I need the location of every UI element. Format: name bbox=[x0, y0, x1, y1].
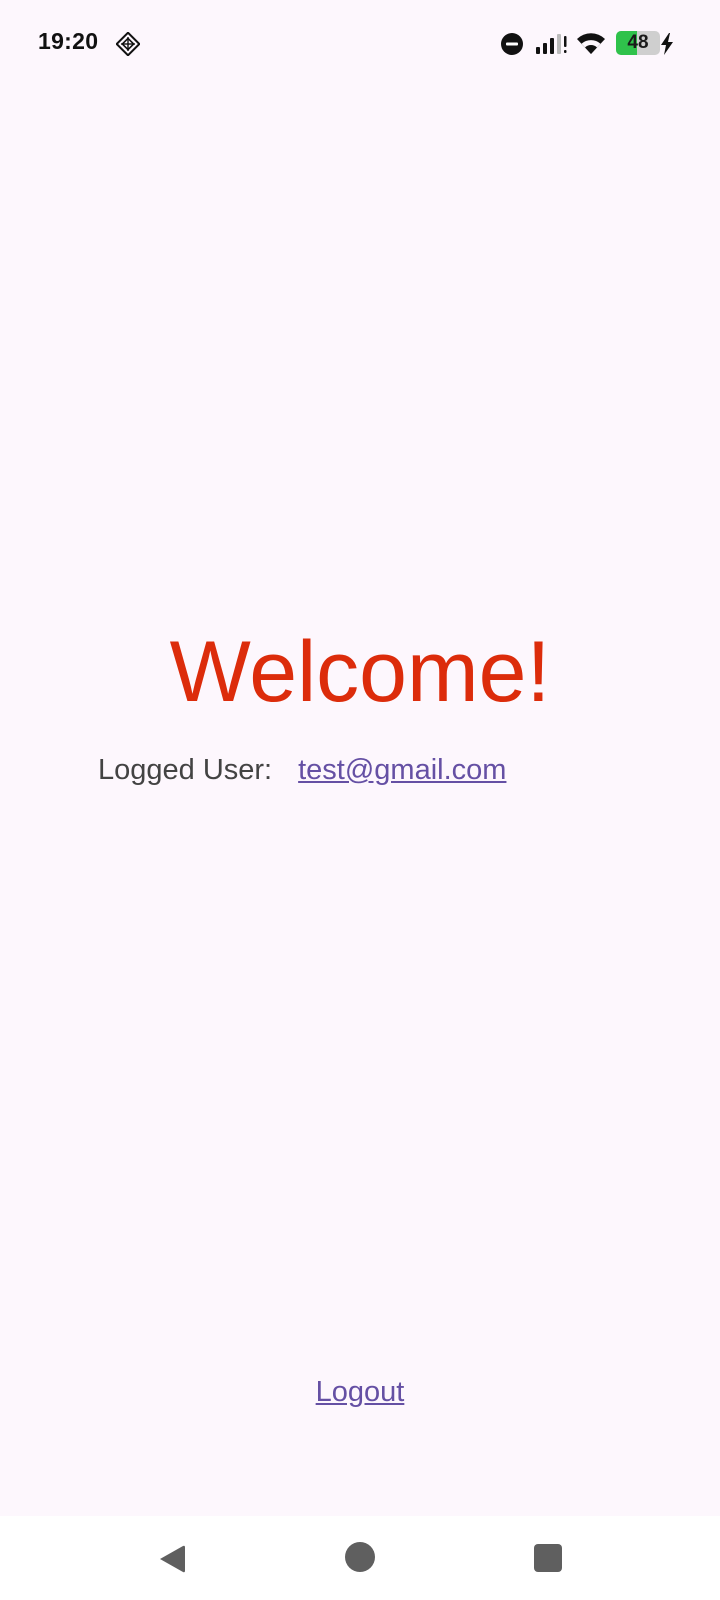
logged-user-email-link[interactable]: test@gmail.com bbox=[298, 754, 506, 786]
battery-icon: 48 bbox=[616, 31, 660, 55]
logged-user-label: Logged User: bbox=[98, 754, 273, 786]
status-bar: 19:20 48 bbox=[0, 0, 720, 90]
navigation-bar bbox=[0, 1516, 720, 1600]
welcome-title: Welcome! bbox=[169, 624, 551, 720]
wifi-icon bbox=[577, 33, 605, 54]
app-notification-icon bbox=[116, 32, 140, 56]
back-icon[interactable] bbox=[158, 1544, 186, 1574]
status-time: 19:20 bbox=[38, 28, 99, 54]
logged-user-row: Logged User: test@gmail.com bbox=[98, 752, 506, 788]
battery-percent: 48 bbox=[627, 32, 649, 53]
recents-icon[interactable] bbox=[534, 1544, 562, 1572]
signal-icon bbox=[536, 34, 567, 54]
do-not-disturb-icon bbox=[501, 33, 523, 55]
charging-icon bbox=[661, 33, 673, 55]
home-icon[interactable] bbox=[345, 1542, 375, 1572]
logout-link[interactable]: Logout bbox=[0, 1374, 720, 1410]
